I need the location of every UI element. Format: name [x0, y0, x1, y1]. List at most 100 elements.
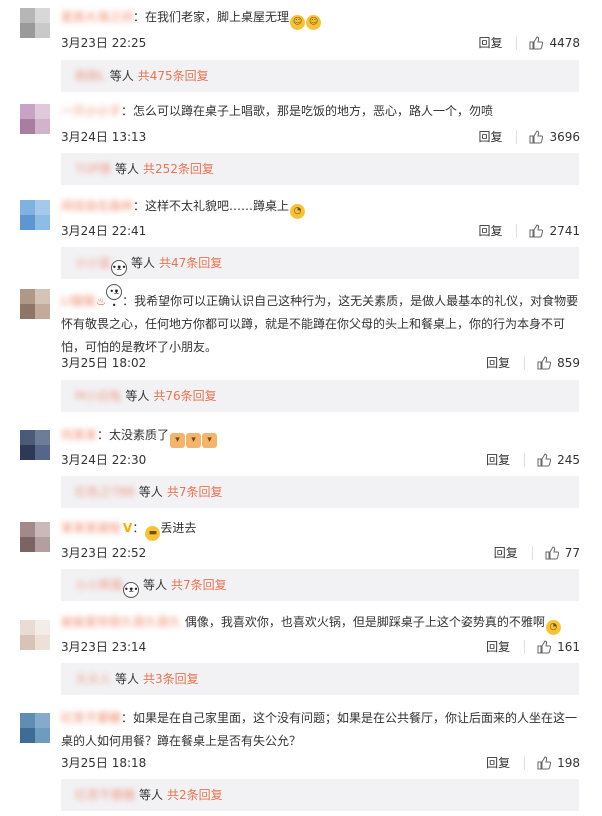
comment-text: 闲适自在森林：这样不太礼貌吧……蹲桌上 ◔: [61, 195, 581, 219]
comment-text: 何某某：太没素质了 ▾ ▾ ▾: [61, 424, 581, 448]
thumbs-down-emoji-icon: ▾: [170, 433, 186, 448]
thumbs-down-emoji-icon: ▾: [202, 433, 218, 448]
comment-actions: 回复 4478: [478, 34, 580, 51]
thumbs-up-icon[interactable]: [537, 639, 552, 654]
thumbs-up-icon[interactable]: [529, 129, 544, 144]
like-count: 161: [557, 639, 580, 654]
replies-summary[interactable]: 红色之TBB 等人 共7条回复: [61, 476, 579, 508]
like-count: 3696: [549, 129, 580, 144]
divider: [524, 355, 526, 370]
comment-actions: 回复 3696: [478, 128, 580, 145]
reply-username[interactable]: 红色之TBB: [75, 476, 135, 508]
reply-button[interactable]: 回复: [478, 34, 502, 51]
comment-actions: 回复 859: [486, 354, 580, 371]
replies-summary[interactable]: 跑跑L 等人 共475条回复: [61, 60, 579, 92]
username[interactable]: 偷偷爱你很久很久很久: [61, 611, 181, 634]
comment-actions: 回复 2741: [478, 222, 580, 239]
comment-date: 3月24日 13:13: [61, 130, 147, 144]
thumbs-up-icon[interactable]: [529, 223, 544, 238]
thumbs-up-icon[interactable]: [537, 452, 552, 467]
panda-icon: •ᴥ•: [123, 582, 140, 598]
avatar[interactable]: [20, 620, 50, 650]
thumbs-up-icon[interactable]: [545, 545, 559, 560]
username[interactable]: 一只小小子: [61, 100, 121, 123]
reply-username[interactable]: TOP情: [75, 153, 111, 185]
comment-date: 3月24日 22:41: [61, 224, 147, 238]
replies-summary[interactable]: 红茶不要糖 等人 共2条回复: [61, 779, 579, 811]
replies-count-link[interactable]: 共7条回复: [171, 578, 227, 592]
avatar[interactable]: [20, 200, 50, 230]
comment-body: ：在我们老家，脚上桌屋无理: [133, 10, 290, 24]
comment-text: 一只小小子：怎么可以蹲在桌子上唱歌，那是吃饭的地方，恶心，路人一个，勿喷: [61, 100, 581, 123]
comment-date: 3月23日 22:52: [61, 546, 147, 560]
replies-count-link[interactable]: 共47条回复: [159, 256, 222, 270]
smirk-emoji-icon: ◔: [545, 620, 561, 635]
replies-deng: 等人: [115, 672, 140, 686]
avatar[interactable]: [20, 430, 50, 460]
comment-actions: 回复 77: [494, 544, 580, 561]
avatar[interactable]: [20, 713, 50, 743]
replies-summary[interactable]: 小小蓝•ᴥ• 等人 共47条回复: [61, 247, 579, 279]
replies-summary[interactable]: M小白兔 等人 共76条回复: [61, 380, 579, 412]
thumbs-up-icon[interactable]: [529, 35, 544, 50]
fire-badge-icon: ♨: [96, 295, 107, 308]
reply-button[interactable]: 回复: [478, 128, 502, 145]
replies-count-link[interactable]: 共252条回复: [143, 162, 214, 176]
username[interactable]: 星辰大海之间: [61, 6, 133, 29]
verified-v-icon: V: [123, 521, 133, 535]
avatar[interactable]: [20, 104, 50, 134]
smirk-emoji-icon: ◔: [290, 204, 306, 219]
reply-username[interactable]: 跑跑L: [75, 60, 106, 92]
comment-date: 3月24日 22:30: [61, 453, 147, 467]
reply-button[interactable]: 回复: [478, 222, 502, 239]
reply-username[interactable]: 小小熊猫: [75, 569, 123, 601]
reply-button[interactable]: 回复: [486, 754, 510, 771]
comment-text: 星辰大海之间：在我们老家，脚上桌屋无理 ☺ ☺: [61, 6, 581, 30]
reply-username[interactable]: M小白兔: [75, 380, 121, 412]
comment-date: 3月23日 22:25: [61, 36, 147, 50]
replies-deng: 等人: [139, 788, 164, 802]
replies-deng: 等人: [125, 389, 150, 403]
replies-deng: 等人: [143, 578, 168, 592]
like-count: 245: [557, 452, 580, 467]
reply-username[interactable]: 大大人: [75, 663, 111, 695]
replies-summary[interactable]: 大大人 等人 共3条回复: [61, 663, 579, 695]
replies-summary[interactable]: 小小熊猫•ᴥ• 等人 共7条回复: [61, 569, 579, 601]
comment-date: 3月25日 18:02: [61, 356, 147, 370]
reply-button[interactable]: 回复: [486, 638, 510, 655]
username[interactable]: 闲适自在森林: [61, 195, 133, 218]
replies-count-link[interactable]: 共3条回复: [143, 672, 199, 686]
laugh-emoji-icon: ☺: [290, 15, 306, 30]
replies-count-link[interactable]: 共475条回复: [138, 69, 209, 83]
divider: [524, 639, 526, 654]
username[interactable]: 某某某拔桂: [61, 517, 121, 540]
thumbs-up-icon[interactable]: [537, 755, 552, 770]
replies-count-link[interactable]: 共7条回复: [167, 485, 223, 499]
comment-body: ：怎么可以蹲在桌子上唱歌，那是吃饭的地方，恶心，路人一个，勿喷: [121, 104, 494, 118]
thumbs-up-icon[interactable]: [537, 355, 552, 370]
reply-button[interactable]: 回复: [494, 544, 518, 561]
divider: [524, 755, 526, 770]
replies-summary[interactable]: TOP情 等人 共252条回复: [61, 153, 579, 185]
comment-body: 偶像，我喜欢你，也喜欢火锅，但是脚踩桌子上这个姿势真的不雅啊: [184, 615, 545, 629]
avatar[interactable]: [20, 8, 50, 38]
username[interactable]: 何某某: [61, 424, 97, 447]
replies-count-link[interactable]: 共76条回复: [153, 389, 216, 403]
username[interactable]: LI猫猫: [61, 290, 95, 313]
reply-button[interactable]: 回复: [486, 451, 510, 468]
like-count: 4478: [549, 35, 580, 50]
comment-actions: 回复 245: [486, 451, 580, 468]
replies-count-link[interactable]: 共2条回复: [167, 788, 223, 802]
comment-actions: 回复 198: [486, 754, 580, 771]
username[interactable]: 红茶不要糖: [61, 707, 121, 730]
reply-username[interactable]: 红茶不要糖: [75, 779, 135, 811]
reply-username[interactable]: 小小蓝: [75, 247, 111, 279]
comment-body: ：我希望你可以正确认识自己这种行为，这无关素质，是做人最基本的礼仪，对食物要怀有…: [61, 294, 579, 354]
avatar[interactable]: [20, 289, 50, 319]
reply-button[interactable]: 回复: [486, 354, 510, 371]
panda-icon: •ᴥ•: [111, 260, 128, 276]
avatar[interactable]: [20, 522, 50, 552]
comment-text: 偷偷爱你很久很久很久 偶像，我喜欢你，也喜欢火锅，但是脚踩桌子上这个姿势真的不雅…: [61, 611, 581, 635]
comment-text: 某某某拔桂 V： ▬ 丢进去: [61, 517, 581, 541]
replies-deng: 等人: [109, 69, 134, 83]
